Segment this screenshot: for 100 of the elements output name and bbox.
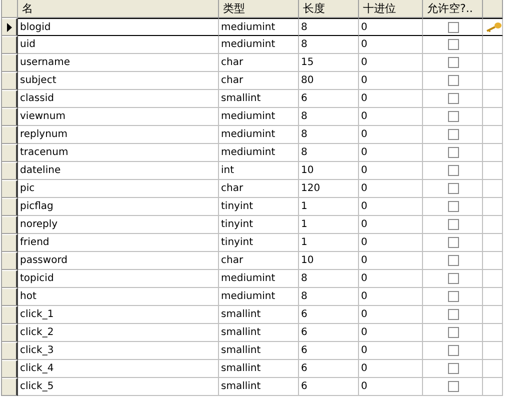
table-cell: tinyint (219, 216, 299, 234)
table-cell: smallint (219, 360, 299, 378)
column-header[interactable]: 允许空?.. (423, 0, 483, 18)
row-selector[interactable] (2, 360, 18, 378)
table-cell: blogid (18, 18, 219, 36)
table-cell: 10 (299, 252, 359, 270)
table-cell: replynum (18, 126, 219, 144)
table-cell: mediumint (219, 126, 299, 144)
checkbox[interactable] (448, 183, 459, 194)
checkbox[interactable] (448, 273, 459, 284)
checkbox[interactable] (448, 345, 459, 356)
column-header[interactable]: 名 (18, 0, 219, 18)
checkbox[interactable] (448, 309, 459, 320)
table-cell: uid (18, 36, 219, 54)
table-cell: 0 (359, 360, 423, 378)
row-selector[interactable] (2, 90, 18, 108)
checkbox[interactable] (448, 165, 459, 176)
table-cell: 0 (359, 126, 423, 144)
table-cell: 0 (359, 252, 423, 270)
row-selector[interactable] (2, 234, 18, 252)
table-cell: 6 (299, 360, 359, 378)
table-cell: tracenum (18, 144, 219, 162)
checkbox[interactable] (448, 255, 459, 266)
table-cell: 8 (299, 18, 359, 36)
table-cell: 0 (359, 342, 423, 360)
row-selector[interactable] (2, 252, 18, 270)
table-cell: 0 (359, 378, 423, 396)
row-selector[interactable] (2, 144, 18, 162)
table-cell: 8 (299, 126, 359, 144)
table-cell: 8 (299, 270, 359, 288)
table-cell: 15 (299, 54, 359, 72)
table-cell: smallint (219, 306, 299, 324)
checkbox[interactable] (448, 381, 459, 392)
table-cell: 8 (299, 36, 359, 54)
table-cell: hot (18, 288, 219, 306)
table-cell: 10 (299, 162, 359, 180)
table-cell: username (18, 54, 219, 72)
table-cell: tinyint (219, 234, 299, 252)
table-cell: smallint (219, 90, 299, 108)
table-cell: 0 (359, 144, 423, 162)
checkbox[interactable] (448, 39, 459, 50)
table-cell: char (219, 252, 299, 270)
column-header[interactable]: 长度 (299, 0, 359, 18)
table-cell: 0 (359, 270, 423, 288)
table-cell: click_4 (18, 360, 219, 378)
table-cell: 0 (359, 54, 423, 72)
table-cell: click_5 (18, 378, 219, 396)
checkbox[interactable] (448, 363, 459, 374)
table-cell: char (219, 54, 299, 72)
checkbox[interactable] (448, 22, 459, 32)
table-cell: picflag (18, 198, 219, 216)
row-selector[interactable] (2, 216, 18, 234)
table-cell: subject (18, 72, 219, 90)
row-selector[interactable] (2, 324, 18, 342)
row-selector[interactable] (2, 54, 18, 72)
row-selector[interactable] (2, 36, 18, 54)
checkbox[interactable] (448, 327, 459, 338)
table-cell: 8 (299, 144, 359, 162)
checkbox[interactable] (448, 93, 459, 104)
checkbox[interactable] (448, 57, 459, 68)
checkbox[interactable] (448, 201, 459, 212)
table-cell: 1 (299, 198, 359, 216)
table-cell: mediumint (219, 36, 299, 54)
row-selector[interactable] (2, 180, 18, 198)
table-cell: 0 (359, 288, 423, 306)
row-selector[interactable] (2, 72, 18, 90)
checkbox[interactable] (448, 147, 459, 158)
row-selector[interactable] (2, 306, 18, 324)
row-selector[interactable] (2, 126, 18, 144)
row-selector[interactable] (2, 18, 18, 36)
table-cell: mediumint (219, 18, 299, 36)
checkbox[interactable] (448, 75, 459, 86)
column-header[interactable]: 十进位 (359, 0, 423, 18)
table-cell: smallint (219, 378, 299, 396)
header-corner (483, 0, 503, 18)
table-cell: tinyint (219, 198, 299, 216)
table-cell: password (18, 252, 219, 270)
row-selector[interactable] (2, 288, 18, 306)
row-selector[interactable] (2, 378, 18, 396)
table-cell: 6 (299, 324, 359, 342)
row-selector[interactable] (2, 342, 18, 360)
checkbox[interactable] (448, 111, 459, 122)
row-selector[interactable] (2, 270, 18, 288)
table-cell: mediumint (219, 270, 299, 288)
table-cell: 0 (359, 72, 423, 90)
table-cell: mediumint (219, 288, 299, 306)
row-selector[interactable] (2, 108, 18, 126)
checkbox[interactable] (448, 237, 459, 248)
row-selector[interactable] (2, 162, 18, 180)
table-cell: char (219, 180, 299, 198)
current-row-icon (6, 22, 12, 32)
table-cell: 1 (299, 216, 359, 234)
checkbox[interactable] (448, 129, 459, 140)
checkbox[interactable] (448, 291, 459, 302)
table-cell: 0 (359, 324, 423, 342)
column-header[interactable]: 类型 (219, 0, 299, 18)
row-selector[interactable] (2, 198, 18, 216)
table-cell: 0 (359, 234, 423, 252)
table-cell: smallint (219, 324, 299, 342)
checkbox[interactable] (448, 219, 459, 230)
